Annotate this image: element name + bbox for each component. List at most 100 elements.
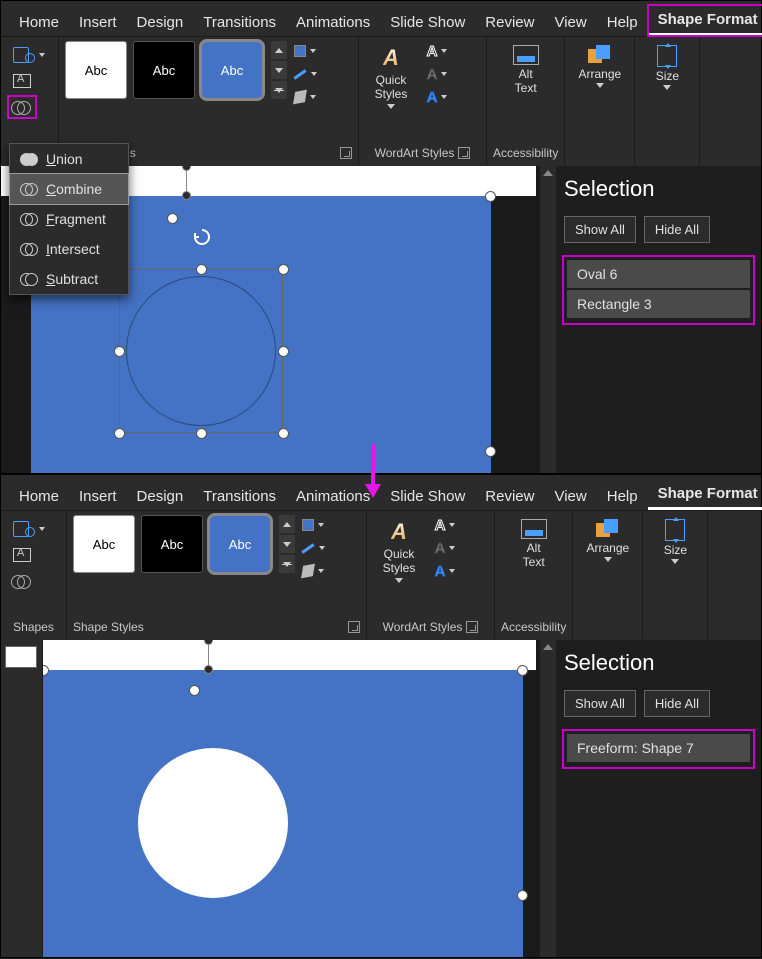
wordart-dialog-launcher[interactable]	[466, 621, 478, 633]
vertical-scrollbar[interactable]	[540, 640, 556, 957]
size-button[interactable]: Size	[649, 515, 701, 568]
menu-intersect[interactable]: Intersect	[10, 234, 128, 264]
gallery-down-button[interactable]	[279, 535, 295, 553]
tab-shape-format[interactable]: Shape Format	[648, 479, 762, 510]
style-thumb-3[interactable]: Abc	[209, 515, 271, 573]
text-effects-button[interactable]: A	[431, 561, 459, 581]
list-item[interactable]: Rectangle 3	[567, 290, 750, 318]
tab-help[interactable]: Help	[597, 482, 648, 510]
hide-all-button[interactable]: Hide All	[644, 216, 710, 243]
shape-styles-dialog-launcher[interactable]	[348, 621, 360, 633]
tab-help[interactable]: Help	[597, 8, 648, 36]
menu-subtract[interactable]: Subtract	[10, 264, 128, 294]
style-thumb-2[interactable]: Abc	[141, 515, 203, 573]
group-label-shapes: Shapes	[7, 618, 60, 637]
step-arrow-icon	[361, 444, 385, 503]
quick-styles-icon: A	[391, 519, 407, 545]
tab-insert[interactable]: Insert	[69, 8, 127, 36]
text-fill-button[interactable]: A	[423, 41, 451, 61]
tab-slideshow[interactable]: Slide Show	[380, 482, 475, 510]
arrange-icon	[588, 45, 612, 65]
after-panel: Home Insert Design Transitions Animation…	[0, 474, 762, 958]
gallery-down-button[interactable]	[271, 61, 287, 79]
oval-shape[interactable]	[126, 276, 276, 426]
selection-pane: Selection Show All Hide All Oval 6 Recta…	[556, 166, 761, 473]
tab-insert[interactable]: Insert	[69, 482, 127, 510]
edit-shape-button[interactable]	[9, 519, 49, 539]
shape-outline-button[interactable]	[291, 64, 319, 84]
alt-text-button[interactable]: Alt Text	[493, 41, 558, 100]
menu-fragment[interactable]: Fragment	[10, 204, 128, 234]
menu-combine[interactable]: Combine	[10, 174, 128, 204]
union-icon	[20, 151, 38, 167]
style-thumb-2[interactable]: Abc	[133, 41, 195, 99]
gallery-up-button[interactable]	[271, 41, 287, 59]
selection-list: Freeform: Shape 7	[564, 731, 753, 767]
slide-canvas[interactable]	[43, 640, 556, 957]
arrange-button[interactable]: Arrange	[579, 515, 636, 566]
merge-shapes-menu: Union Combine Fragment Intersect Subtrac…	[9, 143, 129, 295]
quick-styles-button[interactable]: A Quick Styles	[373, 515, 425, 587]
size-button[interactable]: Size	[641, 41, 693, 94]
before-panel: Home Insert Design Transitions Animation…	[0, 0, 762, 474]
gallery-up-button[interactable]	[279, 515, 295, 533]
tab-review[interactable]: Review	[475, 482, 544, 510]
shape-styles-dialog-launcher[interactable]	[340, 147, 352, 159]
merge-shapes-button[interactable]	[9, 571, 35, 591]
slide-thumbnail[interactable]	[5, 646, 37, 668]
size-icon	[657, 45, 677, 67]
vertical-scrollbar[interactable]	[540, 166, 556, 473]
shape-effects-button[interactable]	[291, 87, 319, 107]
wordart-dialog-launcher[interactable]	[458, 147, 470, 159]
tab-shape-format[interactable]: Shape Format	[648, 5, 762, 36]
show-all-button[interactable]: Show All	[564, 690, 636, 717]
shape-fill-button[interactable]	[299, 515, 327, 535]
text-outline-button[interactable]: A	[423, 64, 451, 84]
shape-effects-button[interactable]	[299, 561, 327, 581]
arrange-button[interactable]: Arrange	[571, 41, 628, 92]
shape-outline-button[interactable]	[299, 538, 327, 558]
text-effects-button[interactable]: A	[423, 87, 451, 107]
tab-view[interactable]: View	[544, 8, 596, 36]
edit-shape-button[interactable]	[9, 45, 49, 65]
group-label-wordart: WordArt Styles	[365, 144, 480, 163]
text-fill-button[interactable]: A	[431, 515, 459, 535]
tab-transitions[interactable]: Transitions	[193, 482, 286, 510]
alt-text-button[interactable]: Alt Text	[501, 515, 566, 574]
text-outline-button[interactable]: A	[431, 538, 459, 558]
selection-pane-title: Selection	[564, 650, 753, 676]
combine-icon	[20, 181, 38, 197]
tab-design[interactable]: Design	[127, 8, 194, 36]
tab-animations[interactable]: Animations	[286, 8, 380, 36]
tab-review[interactable]: Review	[475, 8, 544, 36]
style-thumb-3[interactable]: Abc	[201, 41, 263, 99]
subtract-icon	[20, 271, 38, 287]
tab-home[interactable]: Home	[9, 8, 69, 36]
hide-all-button[interactable]: Hide All	[644, 690, 710, 717]
tab-slideshow[interactable]: Slide Show	[380, 8, 475, 36]
textbox-button[interactable]	[9, 545, 35, 565]
tab-home[interactable]: Home	[9, 482, 69, 510]
textbox-button[interactable]	[9, 71, 35, 91]
slide-thumbnail-strip[interactable]	[1, 640, 43, 957]
tab-design[interactable]: Design	[127, 482, 194, 510]
merge-shapes-icon	[11, 573, 31, 589]
fragment-icon	[20, 211, 38, 227]
shape-fill-button[interactable]	[291, 41, 319, 61]
menu-union[interactable]: Union	[10, 144, 128, 174]
show-all-button[interactable]: Show All	[564, 216, 636, 243]
tab-view[interactable]: View	[544, 482, 596, 510]
style-thumb-1[interactable]: Abc	[65, 41, 127, 99]
tab-transitions[interactable]: Transitions	[193, 8, 286, 36]
list-item[interactable]: Freeform: Shape 7	[567, 734, 750, 762]
quick-styles-button[interactable]: A Quick Styles	[365, 41, 417, 113]
rotation-handle[interactable]	[193, 228, 211, 246]
gallery-more-button[interactable]	[271, 81, 287, 99]
merge-shapes-button[interactable]	[9, 97, 35, 117]
shape-style-gallery[interactable]: Abc Abc Abc	[73, 515, 295, 573]
shape-style-gallery[interactable]: Abc Abc Abc	[65, 41, 287, 99]
selection-pane-title: Selection	[564, 176, 753, 202]
list-item[interactable]: Oval 6	[567, 260, 750, 288]
style-thumb-1[interactable]: Abc	[73, 515, 135, 573]
gallery-more-button[interactable]	[279, 555, 295, 573]
